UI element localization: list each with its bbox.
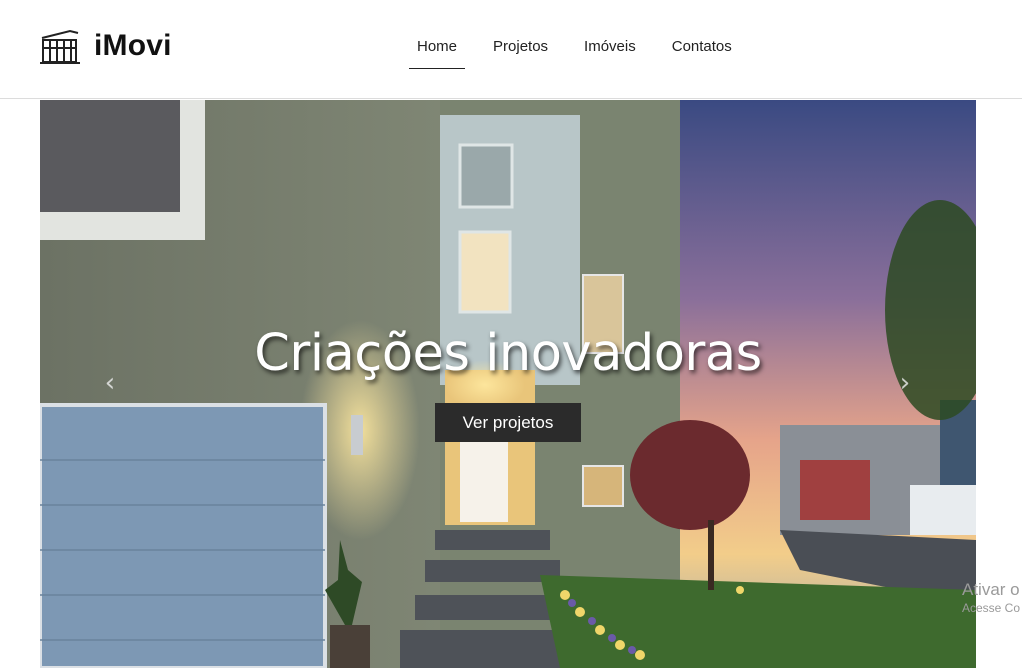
hero-title: Criações inovadoras — [254, 324, 762, 383]
ver-projetos-button[interactable]: Ver projetos — [435, 403, 581, 442]
watermark-line-2: Acesse Co — [962, 601, 1021, 615]
site-header: iMovi Home Projetos Imóveis Contatos — [0, 0, 1022, 99]
activation-watermark: Ativar o Acesse Co — [962, 580, 1020, 615]
brand-name[interactable]: iMovi — [94, 29, 172, 63]
main-nav: Home Projetos Imóveis Contatos — [409, 26, 760, 69]
chevron-right-icon[interactable]: › — [895, 368, 915, 398]
nav-contatos[interactable]: Contatos — [664, 26, 740, 68]
building-icon — [40, 29, 80, 64]
hero-carousel: Criações inovadoras Ver projetos ‹ › — [40, 100, 976, 668]
hero-image — [40, 100, 976, 668]
logo[interactable] — [40, 28, 80, 66]
watermark-line-1: Ativar o — [962, 580, 1020, 599]
chevron-left-icon[interactable]: ‹ — [100, 368, 120, 398]
nav-projetos[interactable]: Projetos — [485, 26, 556, 68]
nav-home[interactable]: Home — [409, 26, 466, 69]
nav-imoveis[interactable]: Imóveis — [576, 26, 644, 68]
